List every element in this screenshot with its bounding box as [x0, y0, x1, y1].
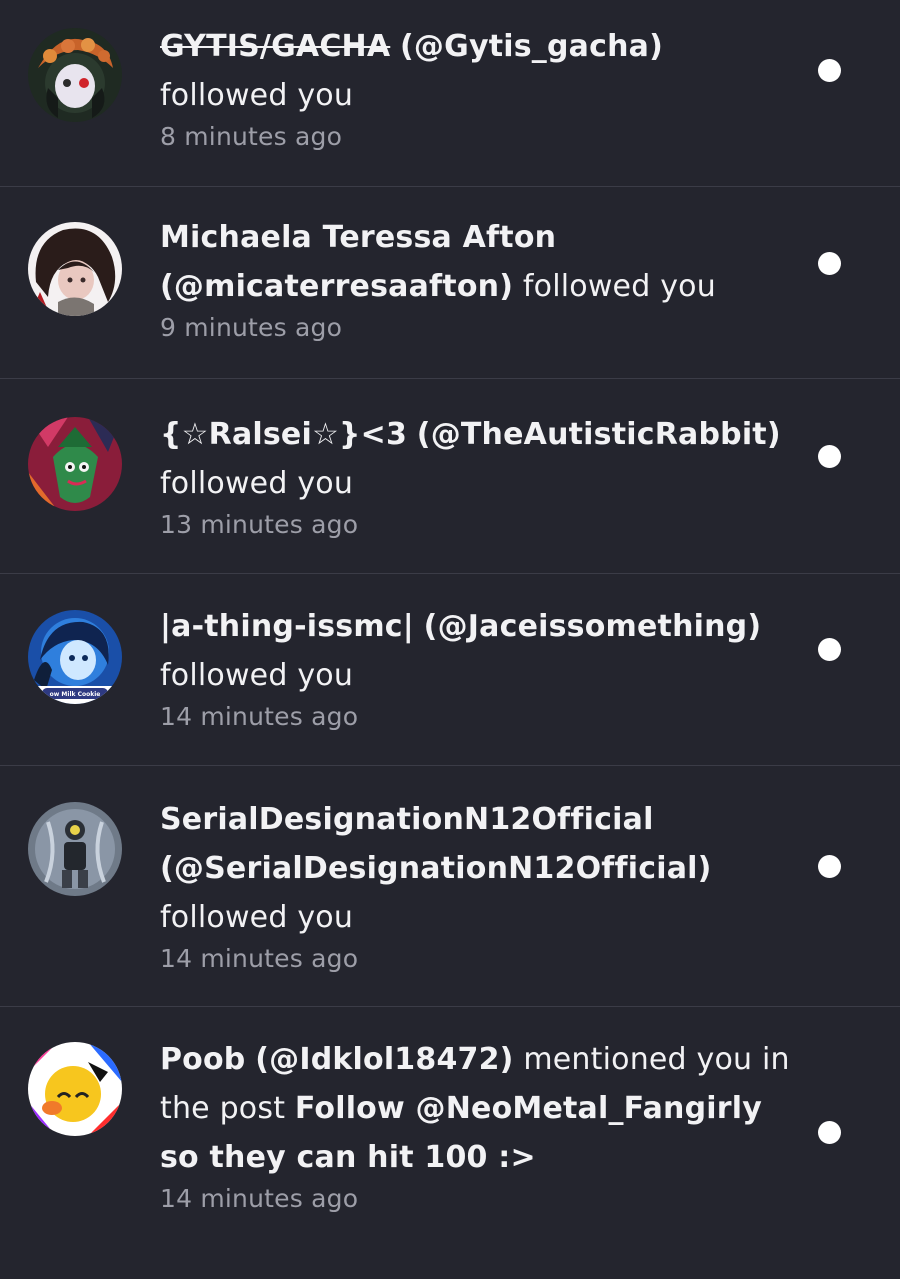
avatar-image: [28, 417, 122, 511]
notification-item[interactable]: GYTIS/GACHA (@Gytis_gacha) followed you …: [0, 0, 900, 187]
user-handle[interactable]: (@micaterresaafton): [160, 269, 513, 304]
user-name[interactable]: {☆Ralsei☆}<3: [160, 417, 407, 452]
notification-item[interactable]: {☆Ralsei☆}<3 (@TheAutisticRabbit) follow…: [0, 379, 900, 574]
avatar-image: [28, 222, 122, 316]
notification-time: 13 minutes ago: [160, 510, 359, 539]
unread-indicator: [818, 1121, 841, 1144]
user-handle[interactable]: (@Idklol18472): [255, 1042, 513, 1077]
notification-feed: GYTIS/GACHA (@Gytis_gacha) followed you …: [0, 0, 900, 1279]
avatar-image: ow Milk Cookie: [28, 610, 122, 704]
user-name[interactable]: GYTIS/GACHA: [160, 29, 390, 64]
unread-indicator: [818, 445, 841, 468]
user-avatar[interactable]: [28, 222, 122, 316]
user-avatar[interactable]: [28, 28, 122, 122]
notification-time: 9 minutes ago: [160, 313, 343, 342]
avatar-image: [28, 28, 122, 122]
user-handle[interactable]: (@SerialDesignationN12Official): [160, 851, 712, 886]
user-handle[interactable]: (@Gytis_gacha): [400, 29, 663, 64]
notification-item[interactable]: Poob (@Idklol18472) mentioned you in the…: [0, 1007, 900, 1279]
notification-action: followed you: [160, 658, 354, 693]
user-name[interactable]: SerialDesignationN12Official: [160, 802, 654, 837]
notification-item[interactable]: ow Milk Cookie |a-thing-issmc| (@Jaceiss…: [0, 574, 900, 766]
notification-action: followed you: [522, 269, 716, 304]
notification-item[interactable]: SerialDesignationN12Official (@SerialDes…: [0, 766, 900, 1007]
avatar-image: [28, 1042, 122, 1136]
avatar-caption: ow Milk Cookie: [50, 691, 101, 698]
notification-action: followed you: [160, 78, 354, 113]
user-avatar[interactable]: [28, 802, 122, 896]
notification-time: 8 minutes ago: [160, 122, 343, 151]
avatar-image: [28, 802, 122, 896]
user-avatar[interactable]: [28, 1042, 122, 1136]
unread-indicator: [818, 252, 841, 275]
user-avatar[interactable]: [28, 417, 122, 511]
user-name[interactable]: |a-thing-issmc|: [160, 609, 414, 644]
notification-action: followed you: [160, 466, 354, 501]
user-handle[interactable]: (@TheAutisticRabbit): [417, 417, 781, 452]
notification-action: followed you: [160, 900, 354, 935]
user-name[interactable]: Michaela Teressa Afton: [160, 220, 556, 255]
unread-indicator: [818, 59, 841, 82]
user-name[interactable]: Poob: [160, 1042, 245, 1077]
user-handle[interactable]: (@Jaceissomething): [424, 609, 762, 644]
unread-indicator: [818, 855, 841, 878]
notification-item[interactable]: Michaela Teressa Afton (@micaterresaafto…: [0, 187, 900, 379]
notification-time: 14 minutes ago: [160, 1184, 359, 1213]
user-avatar[interactable]: ow Milk Cookie: [28, 610, 122, 704]
notification-time: 14 minutes ago: [160, 702, 359, 731]
notification-time: 14 minutes ago: [160, 944, 359, 973]
unread-indicator: [818, 638, 841, 661]
